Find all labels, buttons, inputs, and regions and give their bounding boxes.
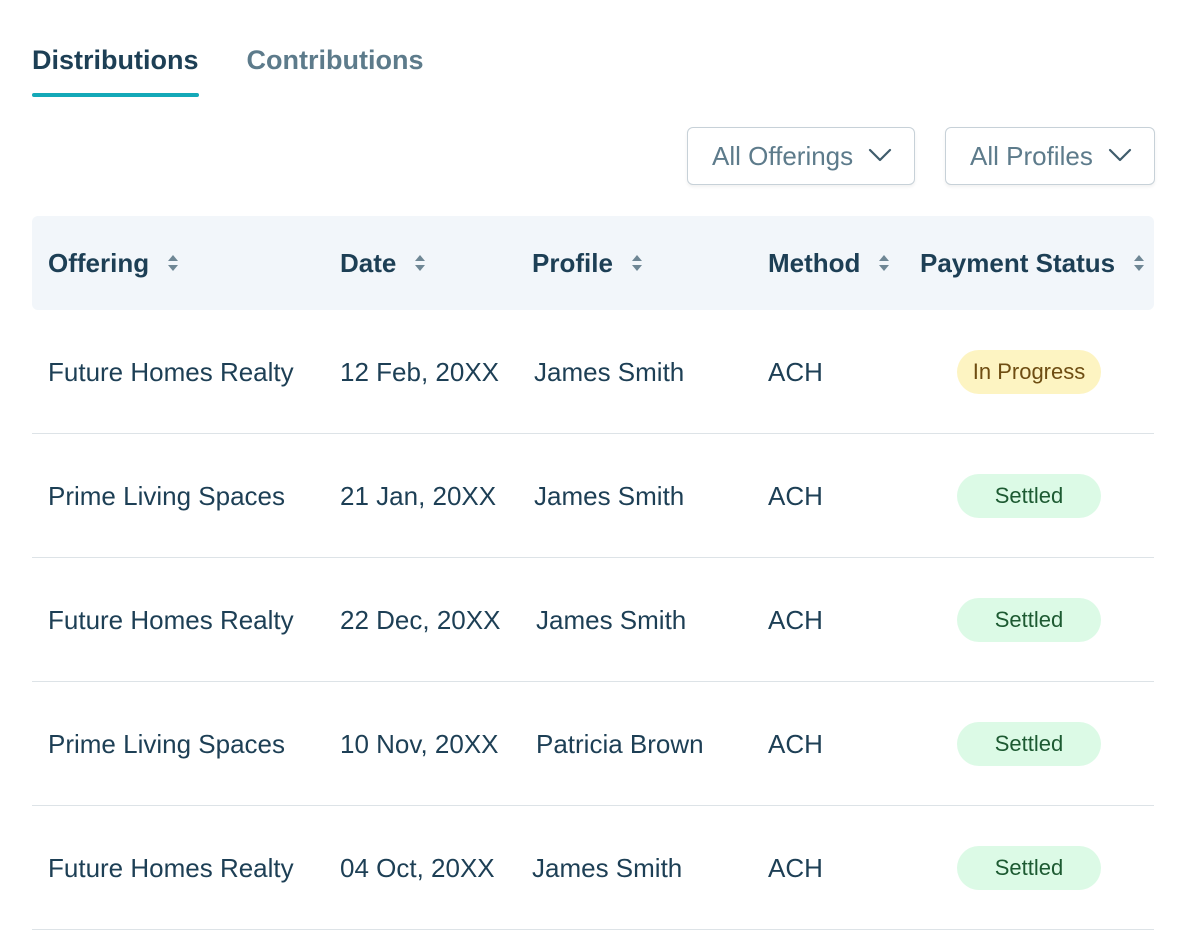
column-header-method[interactable]: Method — [768, 216, 890, 310]
status-badge: Settled — [957, 722, 1101, 766]
cell-profile: James Smith — [536, 604, 687, 635]
chevron-down-icon — [1108, 148, 1132, 162]
profiles-filter-label: All Profiles — [970, 140, 1093, 171]
status-badge: Settled — [957, 598, 1101, 642]
offerings-filter-label: All Offerings — [712, 140, 854, 171]
sort-icon — [1134, 255, 1145, 271]
sort-icon — [168, 255, 179, 271]
status-badge: Settled — [957, 474, 1101, 518]
cell-method: ACH — [768, 480, 823, 511]
status-badge: In Progress — [957, 350, 1101, 394]
table-header: Offering Date Profile Method Payment Sta… — [32, 216, 1154, 310]
column-header-offering[interactable]: Offering — [48, 216, 179, 310]
column-header-label: Payment Status — [920, 247, 1116, 278]
column-header-label: Date — [340, 247, 397, 278]
tab-contributions[interactable]: Contributions — [247, 40, 424, 97]
cell-method: ACH — [768, 604, 823, 635]
cell-offering: Prime Living Spaces — [48, 728, 285, 759]
cell-date: 04 Oct, 20XX — [340, 852, 495, 883]
column-header-label: Profile — [532, 247, 613, 278]
tab-bar: Distributions Contributions — [32, 40, 423, 97]
column-header-label: Offering — [48, 247, 150, 278]
cell-profile: James Smith — [534, 356, 685, 387]
table-row[interactable]: Future Homes Realty 12 Feb, 20XX James S… — [32, 310, 1154, 434]
cell-offering: Future Homes Realty — [48, 852, 294, 883]
cell-profile: Patricia Brown — [536, 728, 704, 759]
cell-method: ACH — [768, 728, 823, 759]
distributions-page: Distributions Contributions All Offering… — [0, 0, 1186, 932]
column-header-label: Method — [768, 247, 861, 278]
table-row[interactable]: Prime Living Spaces 10 Nov, 20XX Patrici… — [32, 682, 1154, 806]
cell-method: ACH — [768, 852, 823, 883]
cell-profile: James Smith — [534, 480, 685, 511]
status-badge: Settled — [957, 846, 1101, 890]
cell-date: 21 Jan, 20XX — [340, 480, 497, 511]
cell-profile: James Smith — [532, 852, 683, 883]
table-row[interactable]: Future Homes Realty 22 Dec, 20XX James S… — [32, 558, 1154, 682]
cell-date: 12 Feb, 20XX — [340, 356, 499, 387]
table-row[interactable]: Future Homes Realty 04 Oct, 20XX James S… — [32, 806, 1154, 930]
profiles-filter-dropdown[interactable]: All Profiles — [945, 127, 1155, 185]
cell-date: 10 Nov, 20XX — [340, 728, 499, 759]
tab-distributions[interactable]: Distributions — [32, 40, 199, 97]
column-header-profile[interactable]: Profile — [532, 216, 643, 310]
offerings-filter-dropdown[interactable]: All Offerings — [687, 127, 915, 185]
cell-offering: Future Homes Realty — [48, 604, 294, 635]
chevron-down-icon — [868, 148, 892, 162]
column-header-date[interactable]: Date — [340, 216, 426, 310]
sort-icon — [879, 255, 890, 271]
cell-method: ACH — [768, 356, 823, 387]
sort-icon — [631, 255, 642, 271]
sort-icon — [415, 255, 426, 271]
cell-offering: Prime Living Spaces — [48, 480, 285, 511]
cell-date: 22 Dec, 20XX — [340, 604, 501, 635]
table-row[interactable]: Prime Living Spaces 21 Jan, 20XX James S… — [32, 434, 1154, 558]
column-header-payment-status[interactable]: Payment Status — [920, 216, 1145, 310]
cell-offering: Future Homes Realty — [48, 356, 294, 387]
